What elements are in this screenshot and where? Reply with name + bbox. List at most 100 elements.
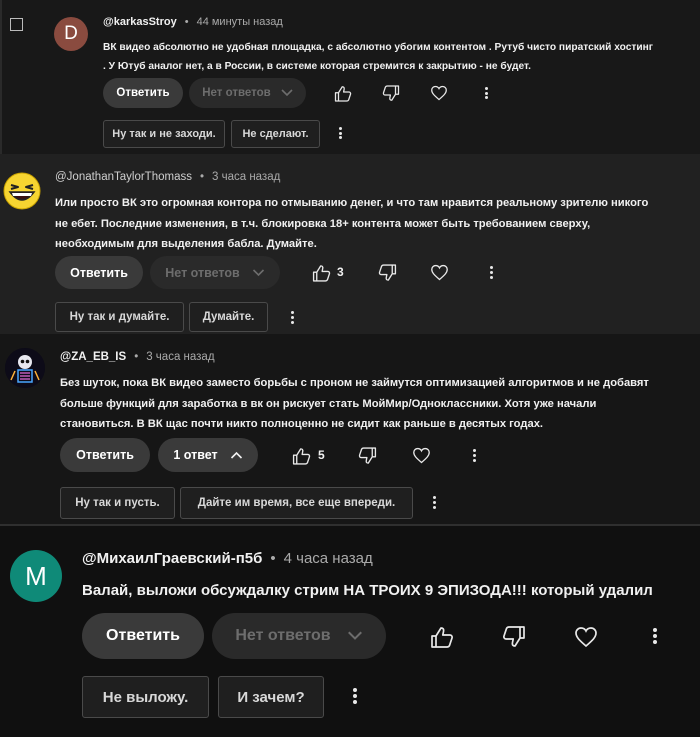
suggested-reply-chip[interactable]: Думайте.	[189, 302, 268, 332]
replies-label: Нет ответов	[165, 265, 240, 280]
separator-dot: •	[199, 171, 204, 183]
heart-button[interactable]	[572, 624, 600, 650]
thumbs-down-icon	[358, 446, 376, 464]
suggested-reply-chip[interactable]: Ну так и не заходи.	[103, 120, 225, 148]
suggested-reply-chip[interactable]: Дайте им время, все еще впереди.	[180, 487, 413, 519]
like-count: 5	[318, 448, 325, 462]
suggested-reply-chip[interactable]: Ну так и пусть.	[60, 487, 175, 519]
more-options-icon[interactable]	[653, 628, 657, 644]
avatar-letter: D	[64, 23, 78, 44]
dislike-button[interactable]	[500, 624, 528, 650]
comment-time[interactable]: 3 часа назад	[146, 351, 214, 363]
comment-text-line: Или просто ВК это огромная контора по от…	[55, 197, 649, 209]
reply-button[interactable]: Ответить	[60, 438, 150, 472]
author-handle[interactable]: @МихаилГраевский-п5б	[82, 550, 262, 567]
more-suggestions-icon[interactable]	[432, 496, 436, 509]
avatar[interactable]: D	[54, 17, 88, 51]
like-button[interactable]	[290, 445, 312, 466]
comment-text: Или просто ВК это огромная контора по от…	[55, 193, 695, 255]
replies-label: 1 ответ	[173, 448, 218, 462]
author-handle[interactable]: @karkasStroy	[103, 16, 177, 28]
comment-time[interactable]: 3 часа назад	[212, 171, 280, 183]
separator-dot: •	[270, 550, 276, 567]
comment-za-eb-is: @ZA_EB_IS • 3 часа назад Без шуток, пока…	[0, 334, 700, 524]
more-options-icon[interactable]	[484, 87, 488, 99]
like-button[interactable]	[332, 83, 354, 103]
heart-icon	[430, 264, 448, 281]
comment-time[interactable]: 44 минуты назад	[197, 16, 283, 28]
comment-text-line: больше функций для заработка в вк он рис…	[60, 397, 597, 410]
replies-label: Нет ответов	[235, 627, 331, 644]
replies-button[interactable]: Нет ответов	[150, 256, 280, 289]
replies-button[interactable]: Нет ответов	[189, 78, 306, 108]
replies-label: Нет ответов	[202, 87, 271, 99]
comment-text-line: становиться. В ВК щас почти никто полноц…	[60, 418, 544, 430]
heart-icon	[431, 85, 447, 101]
replies-button[interactable]: 1 ответ	[158, 438, 258, 472]
chevron-down-icon	[252, 268, 264, 276]
select-checkbox[interactable]	[10, 18, 23, 31]
more-options-icon[interactable]	[489, 266, 493, 279]
heart-icon	[412, 447, 430, 464]
thumbs-up-icon	[312, 264, 330, 282]
more-suggestions-icon[interactable]	[353, 688, 357, 704]
comment-text: Без шуток, пока ВК видео заместо борьбы …	[60, 373, 695, 435]
avatar[interactable]: M	[10, 550, 62, 602]
comment-text-line: ВК видео абсолютно не удобная площадка, …	[103, 42, 654, 53]
comment-text: Валай, выложи обсуждалку стрим НА ТРОИХ …	[82, 580, 697, 602]
laughing-face-icon	[3, 172, 41, 210]
heart-button[interactable]	[428, 262, 450, 283]
comment-header: @ZA_EB_IS • 3 часа назад	[60, 351, 215, 363]
comment-text-line: . У Ютуб аналог нет, а в России, в систе…	[103, 61, 531, 72]
separator-dot: •	[134, 351, 139, 363]
suggested-reply-chip[interactable]: Ну так и думайте.	[55, 302, 184, 332]
comment-mikhailgraevsky: M @МихаилГраевский-п5б • 4 часа назад Ва…	[0, 524, 700, 737]
comment-header: @JonathanTaylorThomass • 3 часа назад	[55, 171, 280, 183]
heart-icon	[575, 627, 597, 648]
thumbs-down-icon	[503, 626, 525, 647]
thumbs-up-icon	[334, 85, 352, 102]
dislike-button[interactable]	[356, 445, 378, 466]
comment-text-line: Валай, выложи обсуждалку стрим НА ТРОИХ …	[82, 582, 653, 599]
skeleton-avatar-icon	[5, 348, 45, 388]
dislike-button[interactable]	[376, 262, 398, 283]
suggested-reply-chip[interactable]: И зачем?	[218, 676, 324, 718]
reply-button[interactable]: Ответить	[103, 78, 183, 108]
more-suggestions-icon[interactable]	[338, 127, 342, 139]
separator-dot: •	[184, 16, 189, 28]
like-button[interactable]	[428, 624, 456, 650]
comment-karkasstroy: D @karkasStroy • 44 минуты назад ВК виде…	[0, 0, 700, 154]
avatar[interactable]	[3, 172, 41, 210]
like-count: 3	[337, 265, 344, 279]
comment-text-line: Без шуток, пока ВК видео заместо борьбы …	[60, 377, 649, 389]
thumbs-up-icon	[431, 627, 453, 648]
dislike-button[interactable]	[380, 83, 402, 103]
reply-button[interactable]: Ответить	[55, 256, 143, 289]
thumbs-down-icon	[382, 84, 400, 101]
reply-button[interactable]: Ответить	[82, 613, 204, 659]
author-handle[interactable]: @JonathanTaylorThomass	[55, 171, 192, 183]
more-options-icon[interactable]	[472, 449, 476, 462]
comment-text: ВК видео абсолютно не удобная площадка, …	[103, 38, 693, 76]
comment-text-line: необходимым для выделения бабла. Думайте…	[55, 238, 317, 250]
avatar[interactable]	[5, 348, 45, 388]
comment-header: @МихаилГраевский-п5б • 4 часа назад	[82, 550, 373, 567]
author-handle[interactable]: @ZA_EB_IS	[60, 351, 126, 363]
avatar-letter: M	[25, 560, 47, 591]
comment-jonathantaylorthomass: @JonathanTaylorThomass • 3 часа назад Ил…	[0, 154, 700, 334]
suggested-reply-chip[interactable]: Не выложу.	[82, 676, 209, 718]
replies-button[interactable]: Нет ответов	[212, 613, 386, 659]
suggested-reply-chip[interactable]: Не сделают.	[231, 120, 320, 148]
like-button[interactable]	[310, 262, 332, 283]
comment-time[interactable]: 4 часа назад	[284, 550, 373, 567]
heart-button[interactable]	[410, 445, 432, 466]
thumbs-down-icon	[378, 263, 396, 281]
more-suggestions-icon[interactable]	[290, 311, 294, 324]
heart-button[interactable]	[428, 83, 450, 103]
chevron-down-icon	[347, 631, 362, 640]
comment-header: @karkasStroy • 44 минуты назад	[103, 16, 283, 28]
thumbs-up-icon	[292, 447, 310, 465]
chevron-up-icon	[230, 451, 242, 459]
chevron-down-icon	[281, 89, 293, 97]
comment-text-line: не ебет. Последние изменения, в т.ч. бло…	[55, 217, 591, 230]
